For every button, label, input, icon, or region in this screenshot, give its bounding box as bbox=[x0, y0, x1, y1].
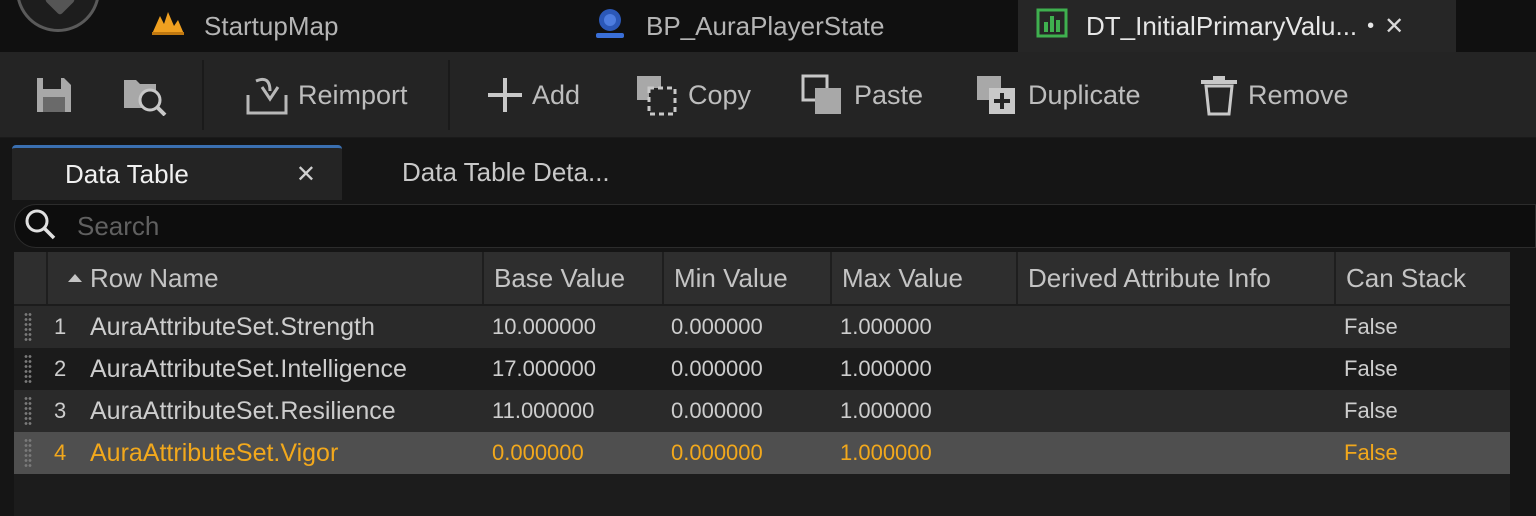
panel-tab-label: Data Table bbox=[65, 158, 189, 189]
column-header-row-name[interactable]: Row Name bbox=[48, 252, 484, 304]
row-name-cell: AuraAttributeSet.Strength bbox=[90, 312, 375, 341]
search-input[interactable] bbox=[77, 210, 1377, 242]
table-row[interactable]: 1 AuraAttributeSet.Strength 10.000000 0.… bbox=[14, 306, 1510, 348]
base-value-cell: 17.000000 bbox=[492, 356, 596, 381]
add-label: Add bbox=[532, 79, 581, 110]
unsaved-indicator: • bbox=[1367, 14, 1375, 37]
document-tab-bar: StartupMap BP_AuraPlayerState DT_Initial… bbox=[0, 0, 1536, 52]
tab-data-table-details[interactable]: Data Table Deta... bbox=[402, 145, 610, 200]
table-row[interactable]: 2 AuraAttributeSet.Intelligence 17.00000… bbox=[14, 348, 1510, 390]
data-table-icon bbox=[1036, 8, 1068, 45]
can-stack-cell: False bbox=[1344, 356, 1398, 381]
tab-label: BP_AuraPlayerState bbox=[646, 10, 885, 41]
duplicate-icon bbox=[974, 73, 1020, 117]
copy-label: Copy bbox=[688, 79, 752, 110]
reimport-icon bbox=[244, 73, 290, 117]
duplicate-button[interactable]: Duplicate bbox=[974, 52, 1141, 138]
tab-data-table[interactable]: Data Table ✕ bbox=[12, 145, 342, 200]
row-name-cell: AuraAttributeSet.Intelligence bbox=[90, 354, 407, 383]
can-stack-cell: False bbox=[1344, 440, 1398, 465]
max-value-cell: 1.000000 bbox=[840, 314, 932, 339]
panel-tab-bar: Data Table ✕ Data Table Deta... bbox=[0, 138, 1536, 200]
column-header-handle bbox=[14, 252, 48, 304]
table-body: 1 AuraAttributeSet.Strength 10.000000 0.… bbox=[14, 306, 1510, 474]
table-header: Row Name Base Value Min Value Max Value … bbox=[14, 252, 1510, 304]
trash-icon bbox=[1198, 74, 1240, 116]
toolbar: Reimport Add Copy Paste Duplicate Remove bbox=[0, 52, 1536, 138]
reimport-button[interactable]: Reimport bbox=[244, 52, 408, 138]
toolbar-separator bbox=[448, 60, 450, 130]
can-stack-cell: False bbox=[1344, 314, 1398, 339]
column-header-max-value[interactable]: Max Value bbox=[832, 252, 1018, 304]
base-value-cell: 11.000000 bbox=[492, 398, 595, 423]
min-value-cell: 0.000000 bbox=[671, 356, 763, 381]
tab-bp-aura-player-state[interactable]: BP_AuraPlayerState bbox=[592, 0, 884, 52]
paste-label: Paste bbox=[854, 79, 924, 110]
toolbar-separator bbox=[202, 60, 204, 130]
max-value-cell: 1.000000 bbox=[840, 440, 932, 465]
drag-handle-icon[interactable] bbox=[24, 354, 32, 384]
browse-icon bbox=[122, 74, 168, 116]
tab-dt-initial-primary-values[interactable]: DT_InitialPrimaryValu... • ✕ bbox=[1018, 0, 1456, 52]
engine-logo-icon[interactable] bbox=[16, 0, 100, 32]
min-value-cell: 0.000000 bbox=[671, 398, 763, 423]
search-icon bbox=[15, 207, 57, 246]
drag-handle-icon[interactable] bbox=[24, 396, 32, 426]
data-table: Row Name Base Value Min Value Max Value … bbox=[14, 252, 1510, 516]
row-number: 1 bbox=[54, 314, 67, 339]
level-map-icon bbox=[150, 10, 186, 43]
can-stack-cell: False bbox=[1344, 398, 1398, 423]
duplicate-label: Duplicate bbox=[1028, 79, 1141, 110]
column-header-min-value[interactable]: Min Value bbox=[664, 252, 832, 304]
row-number: 4 bbox=[54, 440, 67, 465]
tab-startup-map[interactable]: StartupMap bbox=[150, 0, 338, 52]
min-value-cell: 0.000000 bbox=[671, 314, 763, 339]
column-header-derived-attribute-info[interactable]: Derived Attribute Info bbox=[1018, 252, 1336, 304]
remove-button[interactable]: Remove bbox=[1198, 52, 1349, 138]
table-row[interactable]: 3 AuraAttributeSet.Resilience 11.000000 … bbox=[14, 390, 1510, 432]
row-name-cell: AuraAttributeSet.Vigor bbox=[90, 438, 339, 467]
column-header-base-value[interactable]: Base Value bbox=[484, 252, 664, 304]
close-panel-button[interactable]: ✕ bbox=[296, 160, 316, 189]
save-button[interactable] bbox=[34, 52, 74, 138]
row-number: 2 bbox=[54, 356, 67, 381]
drag-handle-icon[interactable] bbox=[24, 438, 32, 468]
add-row-button[interactable]: Add bbox=[486, 52, 580, 138]
data-table-editor: StartupMap BP_AuraPlayerState DT_Initial… bbox=[0, 0, 1536, 516]
column-header-can-stack[interactable]: Can Stack bbox=[1336, 252, 1510, 304]
max-value-cell: 1.000000 bbox=[840, 398, 932, 423]
base-value-cell: 0.000000 bbox=[492, 440, 584, 465]
tab-label: StartupMap bbox=[204, 10, 339, 41]
close-tab-button[interactable]: ✕ bbox=[1384, 12, 1404, 41]
search-bar bbox=[14, 204, 1536, 248]
sort-ascending-icon bbox=[68, 274, 82, 282]
save-icon bbox=[34, 75, 74, 115]
blueprint-icon bbox=[592, 7, 628, 46]
browse-button[interactable] bbox=[122, 52, 168, 138]
copy-icon bbox=[634, 73, 680, 117]
row-number: 3 bbox=[54, 398, 67, 423]
copy-button[interactable]: Copy bbox=[634, 52, 751, 138]
min-value-cell: 0.000000 bbox=[671, 440, 763, 465]
paste-button[interactable]: Paste bbox=[800, 52, 923, 138]
remove-label: Remove bbox=[1248, 79, 1349, 110]
max-value-cell: 1.000000 bbox=[840, 356, 932, 381]
paste-icon bbox=[800, 73, 846, 117]
plus-icon bbox=[486, 76, 524, 114]
panel-tab-label: Data Table Deta... bbox=[402, 157, 610, 187]
reimport-label: Reimport bbox=[298, 79, 408, 110]
tab-label: DT_InitialPrimaryValu... bbox=[1086, 10, 1358, 41]
table-row-selected[interactable]: 4 AuraAttributeSet.Vigor 0.000000 0.0000… bbox=[14, 432, 1510, 474]
drag-handle-icon[interactable] bbox=[24, 312, 32, 342]
row-name-cell: AuraAttributeSet.Resilience bbox=[90, 396, 396, 425]
base-value-cell: 10.000000 bbox=[492, 314, 596, 339]
